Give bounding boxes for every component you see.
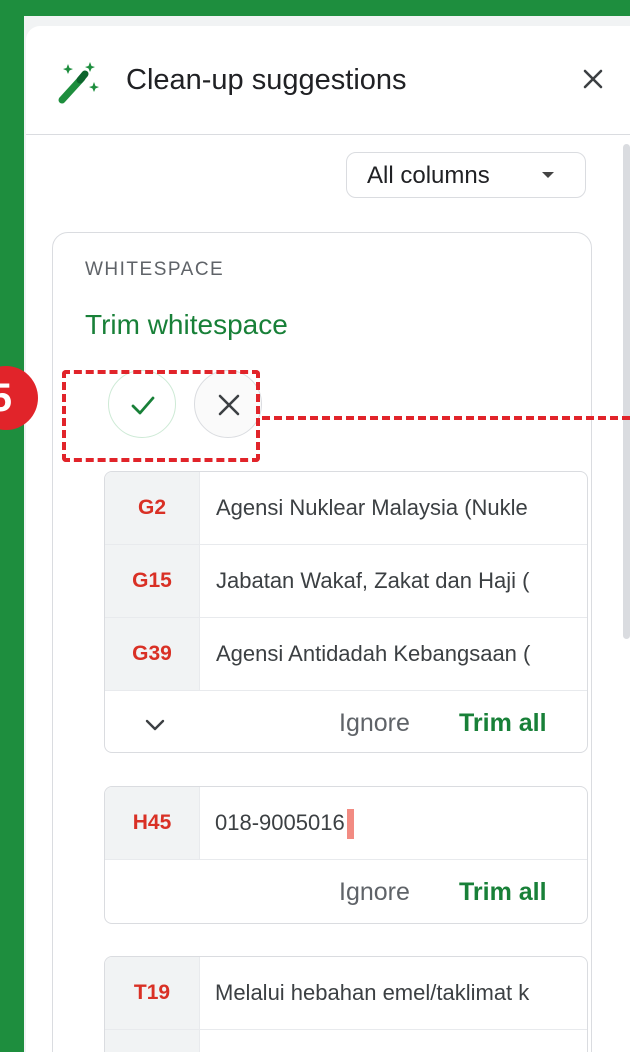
column-filter-label: All columns <box>367 162 490 189</box>
cell-ref: H45 <box>105 787 200 859</box>
cell-value-text: Melalui hebahan emel/taklimat k <box>215 980 530 1005</box>
cell-ref: T19 <box>105 957 200 1029</box>
panel-header: Clean-up suggestions <box>26 26 630 135</box>
table-row[interactable]: H45 018-9005016 <box>105 787 587 860</box>
sheets-window: Clean-up suggestions All columns WHITESP… <box>24 16 630 1052</box>
cell-value: Melalui hebahan emel/taklimat k <box>215 957 585 1029</box>
suggestion-title: Trim whitespace <box>85 309 288 340</box>
check-icon <box>131 396 155 415</box>
column-filter-dropdown[interactable]: All columns <box>346 152 586 198</box>
suggestion-category: WHITESPACE <box>85 259 225 280</box>
table-row[interactable]: T19 Melalui hebahan emel/taklimat k <box>105 957 587 1030</box>
top-strip <box>0 0 630 16</box>
ignore-button[interactable]: Ignore <box>339 709 410 738</box>
group-actions: Ignore Trim all <box>105 691 587 752</box>
cell-value: 018-9005016 <box>215 787 585 859</box>
accept-suggestion-button[interactable] <box>108 370 176 438</box>
table-row[interactable]: G2 Agensi Nuklear Malaysia (Nukle <box>105 472 587 545</box>
cell-ref: G2 <box>105 472 200 544</box>
suggestion-group-3: T19 Melalui hebahan emel/taklimat k <box>104 956 588 1052</box>
dismiss-suggestion-button[interactable] <box>194 370 262 438</box>
cell-value-text: 018-9005016 <box>215 810 345 835</box>
cell-value-text: Agensi Antidadah Kebangsaan ( <box>216 641 531 666</box>
whitespace-marker <box>346 809 354 840</box>
cell-value: Agensi Nuklear Malaysia (Nukle <box>215 472 585 544</box>
cell-ref: G15 <box>105 545 200 617</box>
ignore-button[interactable]: Ignore <box>339 878 410 907</box>
suggestion-group-2: H45 018-9005016 Ignore Trim all <box>104 786 588 924</box>
table-row[interactable]: G39 Agensi Antidadah Kebangsaan ( <box>105 618 587 691</box>
trim-all-button[interactable]: Trim all <box>459 709 547 738</box>
panel-title: Clean-up suggestions <box>126 64 407 96</box>
chevron-down-icon[interactable] <box>143 713 167 737</box>
cell-ref <box>105 1030 200 1052</box>
trim-all-button[interactable]: Trim all <box>459 878 547 907</box>
suggestion-group-1: G2 Agensi Nuklear Malaysia (Nukle G15 Ja… <box>104 471 588 753</box>
cell-value-text: Agensi Nuklear Malaysia (Nukle <box>216 495 528 520</box>
panel-scrollbar[interactable] <box>623 144 630 639</box>
cell-value: Agensi Antidadah Kebangsaan ( <box>215 618 585 690</box>
group-actions: Ignore Trim all <box>105 860 587 923</box>
close-icon <box>218 394 240 416</box>
table-row[interactable] <box>105 1030 587 1052</box>
table-row[interactable]: G15 Jabatan Wakaf, Zakat dan Haji ( <box>105 545 587 618</box>
cell-ref: G39 <box>105 618 200 690</box>
cell-value-text: Jabatan Wakaf, Zakat dan Haji ( <box>216 568 530 593</box>
close-icon[interactable] <box>578 64 608 94</box>
magic-wand-icon <box>58 62 99 104</box>
cell-value: Jabatan Wakaf, Zakat dan Haji ( <box>215 545 585 617</box>
caret-down-icon <box>542 172 554 178</box>
